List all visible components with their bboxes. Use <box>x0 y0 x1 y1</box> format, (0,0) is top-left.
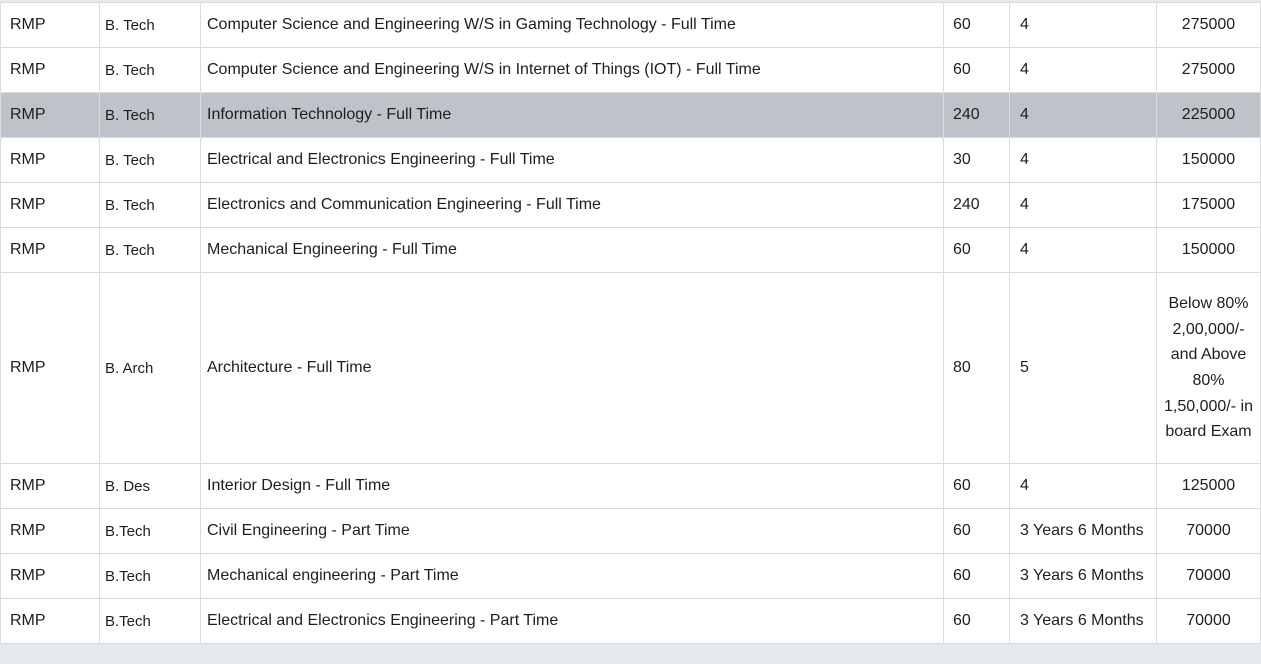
duration-cell: 4 <box>1009 463 1157 509</box>
duration-cell: 4 <box>1009 2 1157 48</box>
duration-cell: 3 Years 6 Months <box>1009 508 1157 554</box>
course-cell: Mechanical Engineering - Full Time <box>200 227 944 273</box>
degree-cell: B.Tech <box>99 598 201 644</box>
course-cell: Electrical and Electronics Engineering -… <box>200 137 944 183</box>
table-row: RMP B. Tech Computer Science and Enginee… <box>0 47 1261 93</box>
fee-cell: 70000 <box>1156 508 1261 554</box>
campus-cell: RMP <box>0 2 100 48</box>
course-cell: Civil Engineering - Part Time <box>200 508 944 554</box>
campus-cell: RMP <box>0 137 100 183</box>
campus-cell: RMP <box>0 92 100 138</box>
course-cell: Electrical and Electronics Engineering -… <box>200 598 944 644</box>
fee-cell: 70000 <box>1156 553 1261 599</box>
fee-cell: 275000 <box>1156 2 1261 48</box>
fee-cell: 225000 <box>1156 92 1261 138</box>
degree-cell: B. Tech <box>99 47 201 93</box>
intake-cell: 240 <box>943 182 1010 228</box>
course-cell: Information Technology - Full Time <box>200 92 944 138</box>
intake-cell: 80 <box>943 272 1010 464</box>
campus-cell: RMP <box>0 272 100 464</box>
campus-cell: RMP <box>0 553 100 599</box>
duration-cell: 4 <box>1009 227 1157 273</box>
courses-fee-table: RMP B. Tech Computer Science and Enginee… <box>0 2 1261 644</box>
degree-cell: B. Des <box>99 463 201 509</box>
intake-cell: 60 <box>943 2 1010 48</box>
table-row: RMP B. Des Interior Design - Full Time 6… <box>0 463 1261 509</box>
table-row: RMP B. Tech Computer Science and Enginee… <box>0 2 1261 48</box>
table-row: RMP B.Tech Electrical and Electronics En… <box>0 598 1261 644</box>
intake-cell: 60 <box>943 47 1010 93</box>
intake-cell: 30 <box>943 137 1010 183</box>
degree-cell: B. Tech <box>99 182 201 228</box>
intake-cell: 60 <box>943 227 1010 273</box>
campus-cell: RMP <box>0 598 100 644</box>
table-row: RMP B. Tech Electrical and Electronics E… <box>0 137 1261 183</box>
degree-cell: B. Tech <box>99 92 201 138</box>
fee-cell: Below 80% 2,00,000/- and Above 80% 1,50,… <box>1156 272 1261 464</box>
duration-cell: 3 Years 6 Months <box>1009 598 1157 644</box>
table-row-highlighted[interactable]: RMP B. Tech Information Technology - Ful… <box>0 92 1261 138</box>
duration-cell: 3 Years 6 Months <box>1009 553 1157 599</box>
campus-cell: RMP <box>0 182 100 228</box>
course-cell: Computer Science and Engineering W/S in … <box>200 2 944 48</box>
fee-cell: 70000 <box>1156 598 1261 644</box>
degree-cell: B.Tech <box>99 508 201 554</box>
campus-cell: RMP <box>0 227 100 273</box>
degree-cell: B. Arch <box>99 272 201 464</box>
duration-cell: 5 <box>1009 272 1157 464</box>
intake-cell: 60 <box>943 508 1010 554</box>
course-cell: Architecture - Full Time <box>200 272 944 464</box>
table-row: RMP B.Tech Mechanical engineering - Part… <box>0 553 1261 599</box>
course-cell: Interior Design - Full Time <box>200 463 944 509</box>
campus-cell: RMP <box>0 47 100 93</box>
duration-cell: 4 <box>1009 182 1157 228</box>
duration-cell: 4 <box>1009 137 1157 183</box>
table-row: RMP B.Tech Civil Engineering - Part Time… <box>0 508 1261 554</box>
campus-cell: RMP <box>0 508 100 554</box>
campus-cell: RMP <box>0 463 100 509</box>
intake-cell: 60 <box>943 598 1010 644</box>
intake-cell: 60 <box>943 463 1010 509</box>
table-row: RMP B. Tech Electronics and Communicatio… <box>0 182 1261 228</box>
duration-cell: 4 <box>1009 92 1157 138</box>
duration-cell: 4 <box>1009 47 1157 93</box>
fee-cell: 275000 <box>1156 47 1261 93</box>
course-cell: Electronics and Communication Engineerin… <box>200 182 944 228</box>
table-row: RMP B. Tech Mechanical Engineering - Ful… <box>0 227 1261 273</box>
fee-cell: 150000 <box>1156 227 1261 273</box>
degree-cell: B. Tech <box>99 137 201 183</box>
intake-cell: 60 <box>943 553 1010 599</box>
degree-cell: B. Tech <box>99 227 201 273</box>
fee-cell: 125000 <box>1156 463 1261 509</box>
degree-cell: B. Tech <box>99 2 201 48</box>
intake-cell: 240 <box>943 92 1010 138</box>
course-cell: Mechanical engineering - Part Time <box>200 553 944 599</box>
fee-cell: 175000 <box>1156 182 1261 228</box>
course-cell: Computer Science and Engineering W/S in … <box>200 47 944 93</box>
table-row: RMP B. Arch Architecture - Full Time 80 … <box>0 272 1261 464</box>
fee-cell: 150000 <box>1156 137 1261 183</box>
degree-cell: B.Tech <box>99 553 201 599</box>
